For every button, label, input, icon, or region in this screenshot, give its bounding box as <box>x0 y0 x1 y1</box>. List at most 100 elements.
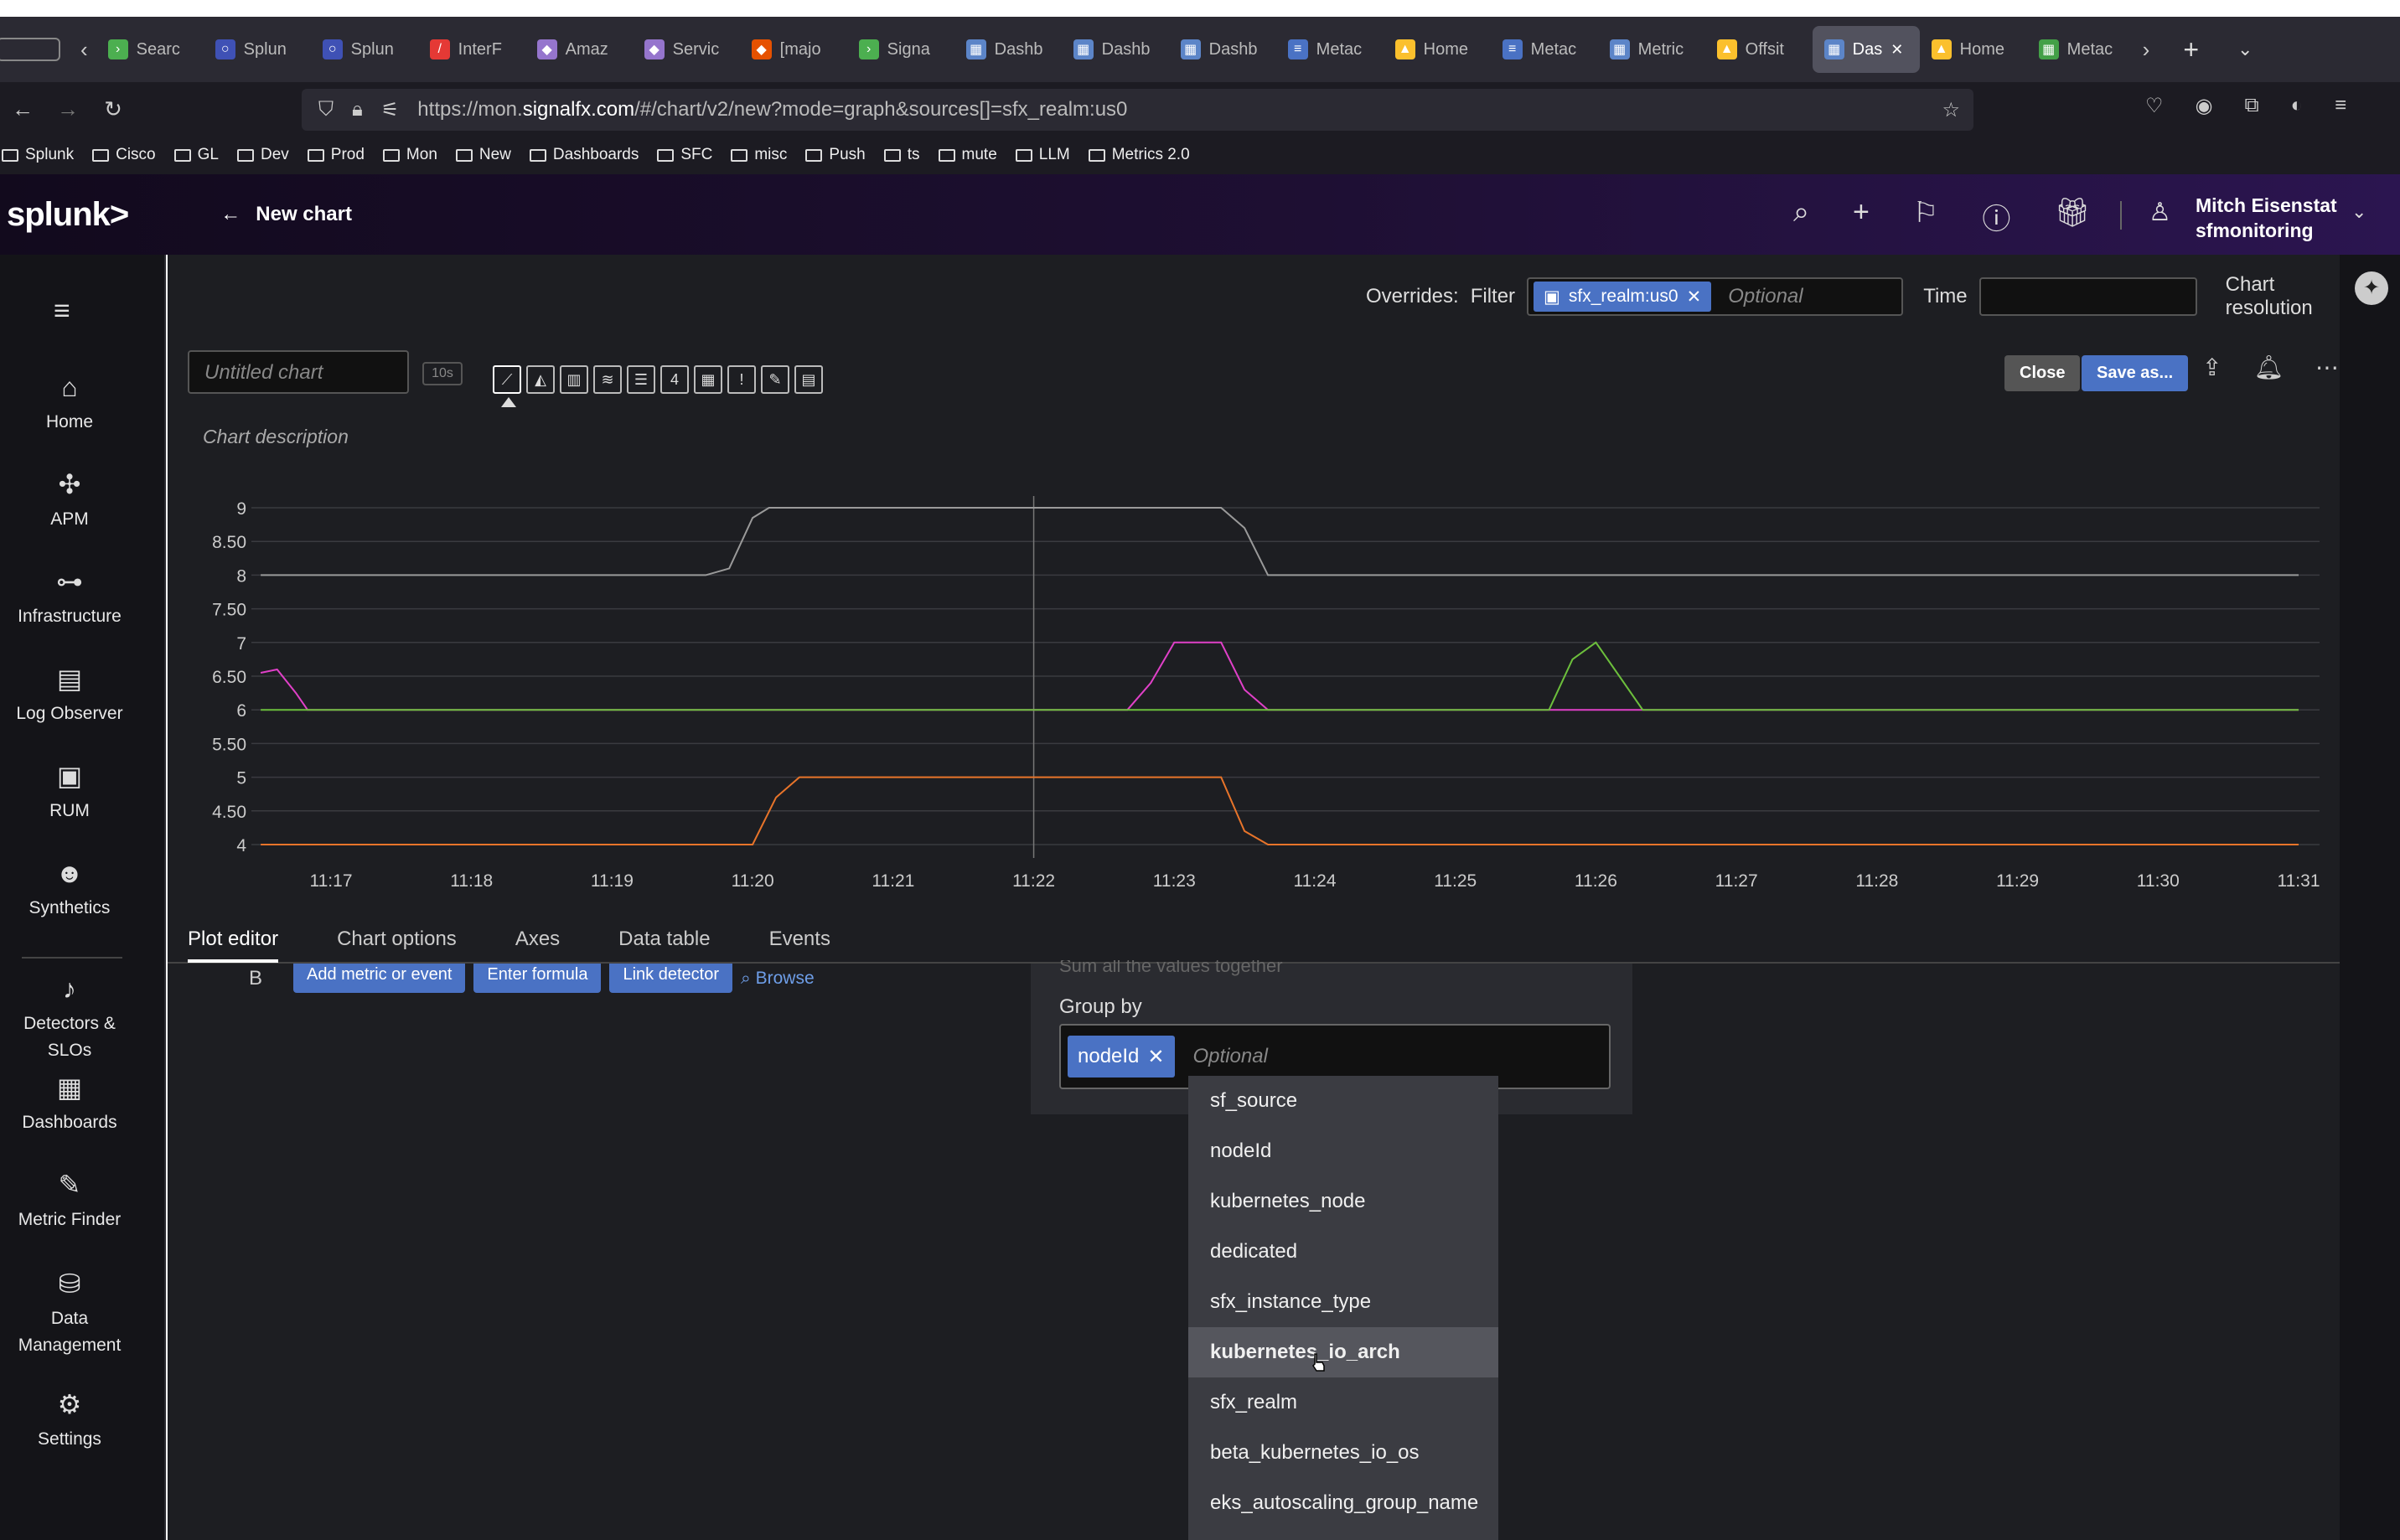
group-by-chip[interactable]: nodeId ✕ <box>1068 1036 1175 1077</box>
reload-icon[interactable]: ↻ <box>91 96 136 122</box>
site-settings-icon[interactable]: ⚟ <box>381 98 400 122</box>
close-button[interactable]: Close <box>2004 355 2081 391</box>
dropdown-option[interactable]: nodeId <box>1188 1126 1498 1176</box>
browser-tab[interactable]: ◆ Amaz <box>525 26 633 73</box>
browser-tab[interactable]: ▲ Home <box>1920 26 2027 73</box>
dropdown-option[interactable]: eks_autoscaling_group_name <box>1188 1478 1498 1528</box>
line-chart-icon[interactable]: ⟋ <box>493 365 521 394</box>
shield-icon[interactable]: ⛉ <box>318 98 334 121</box>
user-icon[interactable]: ♙ <box>2149 198 2171 227</box>
menu-icon[interactable]: ≡ <box>2335 94 2346 118</box>
table-chart-icon[interactable]: ▤ <box>794 365 823 394</box>
bookmark-item[interactable]: ts <box>883 146 920 164</box>
hamburger-icon[interactable]: ≡ <box>54 297 82 325</box>
histogram-icon[interactable]: ≋ <box>593 365 622 394</box>
browser-tab[interactable]: / InterF <box>418 26 525 73</box>
browser-tab[interactable]: ▦ Das ✕ <box>1812 26 1920 73</box>
link-detector-button[interactable]: Link detector <box>609 964 732 993</box>
bookmark-item[interactable]: Push <box>805 146 866 164</box>
remove-chip-icon[interactable]: ✕ <box>1687 287 1702 307</box>
tab-events[interactable]: Events <box>769 928 830 951</box>
browser-tab[interactable]: ◆ Servic <box>633 26 740 73</box>
browser-tab[interactable]: ▦ Dashb <box>1062 26 1169 73</box>
single-value-icon[interactable]: 4 <box>660 365 689 394</box>
search-icon[interactable]: ⌕ <box>1793 196 1809 237</box>
area-chart-icon[interactable]: ◭ <box>526 365 555 394</box>
dropdown-option[interactable]: kubernetes_node <box>1188 1176 1498 1227</box>
bookmark-icon[interactable]: ⚐ <box>1913 196 1938 237</box>
browser-tab[interactable]: ▲ Offsit <box>1705 26 1813 73</box>
pocket-icon[interactable]: ♡ <box>2145 94 2164 118</box>
browser-tab[interactable]: ≡ Metac <box>1276 26 1384 73</box>
event-feed-icon[interactable]: ! <box>727 365 756 394</box>
dropdown-option[interactable]: sf_source <box>1188 1076 1498 1126</box>
nav-item-home[interactable]: ⌂ Home <box>0 372 139 436</box>
extensions-icon[interactable]: ⧉ <box>2244 94 2258 118</box>
chart-title-input[interactable]: Untitled chart <box>188 350 409 394</box>
url-bar[interactable]: ⛉ 🔒︎ ⚟ https://mon.signalfx.com/#/chart/… <box>302 89 1973 131</box>
bookmark-item[interactable]: LLM <box>1015 146 1070 164</box>
user-menu[interactable]: Mitch Eisenstat sfmonitoring <box>2196 193 2337 243</box>
nav-item-infrastructure[interactable]: ⊶ Infrastructure <box>0 566 139 630</box>
gift-icon[interactable]: 🎁︎ <box>2054 196 2090 237</box>
nav-item-data-management[interactable]: ⛁ Data Management <box>0 1269 139 1359</box>
more-icon[interactable]: ⋯ <box>2315 354 2339 381</box>
bookmark-item[interactable]: Dev <box>236 146 289 164</box>
browser-tab[interactable]: ▦ Metac <box>2027 26 2134 73</box>
list-chart-icon[interactable]: ☰ <box>627 365 655 394</box>
nav-item-log-observer[interactable]: ▤ Log Observer <box>0 664 139 727</box>
nav-item-synthetics[interactable]: ☻ Synthetics <box>0 858 139 922</box>
browser-tab[interactable]: ▦ Dashb <box>954 26 1062 73</box>
nav-item-metric-finder[interactable]: ✎ Metric Finder <box>0 1170 139 1233</box>
profile-icon[interactable]: ◐ <box>2291 94 2304 118</box>
dropdown-option[interactable]: sfx_instance_type <box>1188 1277 1498 1327</box>
browser-tab[interactable]: › Signa <box>847 26 954 73</box>
bookmark-item[interactable]: Splunk <box>2 146 74 164</box>
browser-tab[interactable]: ○ Splun <box>311 26 418 73</box>
new-tab-icon[interactable]: + <box>2183 34 2199 65</box>
nav-item-apm[interactable]: ✣ APM <box>0 469 139 533</box>
forward-icon[interactable]: → <box>45 96 91 122</box>
bookmark-item[interactable]: Mon <box>382 146 437 164</box>
dropdown-option[interactable]: dedicated <box>1188 1227 1498 1277</box>
add-icon[interactable]: + <box>1853 196 1870 237</box>
ai-assistant-icon[interactable]: ✦ <box>2355 271 2388 305</box>
tab-list-icon[interactable]: ⌄ <box>2237 39 2253 60</box>
browser-tab[interactable]: ▦ Dashb <box>1169 26 1276 73</box>
enter-formula-button[interactable]: Enter formula <box>473 964 602 993</box>
share-icon[interactable]: ⇪ <box>2202 354 2222 381</box>
filter-input[interactable]: ▣ sfx_realm:us0 ✕ Optional <box>1527 277 1904 316</box>
tab-chart-options[interactable]: Chart options <box>337 928 457 951</box>
browser-tab[interactable]: ▲ Home <box>1384 26 1491 73</box>
line-chart[interactable]: 4 4.50 5 5.50 6 6.50 7 7.50 8 8.50 9 11:17 11:18 11:1… <box>168 473 2340 900</box>
column-chart-icon[interactable]: ▥ <box>560 365 588 394</box>
close-tab-icon[interactable]: ✕ <box>1891 41 1903 59</box>
sidebar-toggle-icon[interactable] <box>0 38 60 61</box>
add-metric-button[interactable]: Add metric or event <box>293 964 466 993</box>
bookmark-star-icon[interactable]: ☆ <box>1942 98 1960 122</box>
tab-scroll-right-icon[interactable]: › <box>2143 37 2150 63</box>
bookmark-item[interactable]: GL <box>173 146 219 164</box>
bookmark-item[interactable]: mute <box>938 146 997 164</box>
browser-tab[interactable]: ◆ [majo <box>740 26 847 73</box>
text-chart-icon[interactable]: ✎ <box>761 365 789 394</box>
nav-item-settings[interactable]: ⚙ Settings <box>0 1389 139 1453</box>
tab-scroll-left-icon[interactable]: ‹ <box>80 37 88 63</box>
remove-chip-icon[interactable]: ✕ <box>1147 1045 1164 1069</box>
browser-tab[interactable]: ▦ Metric <box>1598 26 1705 73</box>
heatmap-icon[interactable]: ▦ <box>694 365 722 394</box>
browse-link[interactable]: ⌕ Browse <box>741 964 815 989</box>
time-input[interactable] <box>1978 277 2197 316</box>
dropdown-option[interactable]: sfx_realm <box>1188 1377 1498 1428</box>
account-icon[interactable]: ◉ <box>2196 94 2213 118</box>
filter-chip[interactable]: ▣ sfx_realm:us0 ✕ <box>1534 282 1712 312</box>
nav-item-dashboards[interactable]: ▦ Dashboards <box>0 1072 139 1136</box>
bookmark-item[interactable]: Cisco <box>92 146 156 164</box>
chevron-down-icon[interactable]: ⌄ <box>2351 201 2366 223</box>
browser-tab[interactable]: ○ Splun <box>204 26 311 73</box>
tab-axes[interactable]: Axes <box>515 928 560 951</box>
save-as-button[interactable]: Save as... <box>2082 355 2189 391</box>
nav-item-rum[interactable]: ▣ RUM <box>0 761 139 824</box>
bookmark-item[interactable]: Dashboards <box>529 146 639 164</box>
dropdown-option[interactable]: beta_kubernetes_io_os <box>1188 1428 1498 1478</box>
